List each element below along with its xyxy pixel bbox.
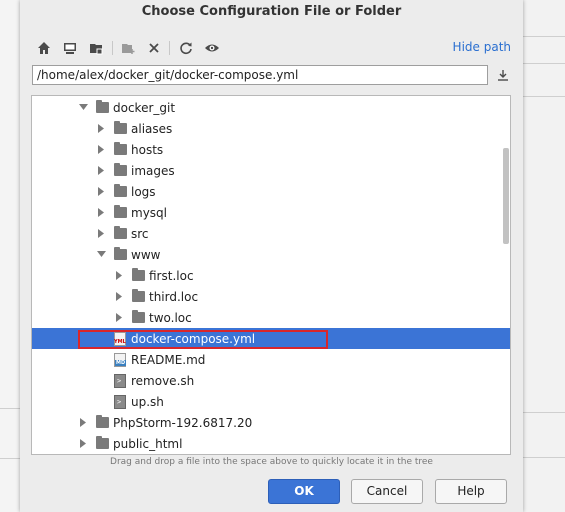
background-divider bbox=[523, 457, 565, 458]
toolbar-separator bbox=[112, 41, 113, 55]
tree-file-row[interactable]: > up.sh bbox=[32, 391, 510, 412]
help-button[interactable]: Help bbox=[435, 479, 507, 504]
chevron-right-icon[interactable] bbox=[95, 165, 107, 177]
shell-script-icon: > bbox=[113, 373, 127, 388]
eye-icon[interactable] bbox=[202, 38, 222, 58]
folder-icon bbox=[131, 268, 145, 283]
chevron-right-icon[interactable] bbox=[113, 291, 125, 303]
folder-icon bbox=[95, 415, 109, 430]
tree-file-row[interactable]: YML docker-compose.yml bbox=[32, 328, 510, 349]
tree-file-row[interactable]: MD README.md bbox=[32, 349, 510, 370]
tree-item-label: up.sh bbox=[131, 394, 164, 409]
tree-item-label: third.loc bbox=[149, 289, 199, 304]
background-divider bbox=[523, 36, 565, 37]
home-icon[interactable] bbox=[34, 38, 54, 58]
tree-item-label: src bbox=[131, 226, 149, 241]
tree-item-label: www bbox=[131, 247, 161, 262]
background-divider bbox=[0, 408, 20, 409]
chevron-right-icon[interactable] bbox=[113, 312, 125, 324]
chevron-right-icon[interactable] bbox=[77, 417, 89, 429]
tree-folder-row[interactable]: first.loc bbox=[32, 265, 510, 286]
chevron-right-icon[interactable] bbox=[77, 438, 89, 450]
chevron-right-icon[interactable] bbox=[95, 123, 107, 135]
chevron-right-icon[interactable] bbox=[95, 207, 107, 219]
tree-folder-row[interactable]: logs bbox=[32, 181, 510, 202]
chevron-right-icon[interactable] bbox=[95, 144, 107, 156]
tree-item-label: public_html bbox=[113, 436, 183, 451]
folder-icon bbox=[113, 226, 127, 241]
drag-drop-hint: Drag and drop a file into the space abov… bbox=[110, 457, 433, 467]
tree-folder-row[interactable]: hosts bbox=[32, 139, 510, 160]
tree-folder-row[interactable]: images bbox=[32, 160, 510, 181]
folder-icon bbox=[113, 142, 127, 157]
tree-item-label: README.md bbox=[131, 352, 206, 367]
desktop-icon[interactable] bbox=[60, 38, 80, 58]
toolbar-separator bbox=[169, 41, 170, 55]
markdown-file-icon: MD bbox=[113, 352, 127, 367]
tree-folder-row[interactable]: public_html bbox=[32, 433, 510, 454]
folder-icon bbox=[131, 289, 145, 304]
path-input[interactable]: /home/alex/docker_git/docker-compose.yml bbox=[32, 65, 488, 85]
tree-folder-row[interactable]: mysql bbox=[32, 202, 510, 223]
tree-folder-row[interactable]: PhpStorm-192.6817.20 bbox=[32, 412, 510, 433]
chevron-right-icon[interactable] bbox=[95, 228, 107, 240]
tree-folder-row[interactable]: two.loc bbox=[32, 307, 510, 328]
tree-file-row[interactable]: > remove.sh bbox=[32, 370, 510, 391]
tree-item-label: images bbox=[131, 163, 175, 178]
tree-folder-row[interactable]: aliases bbox=[32, 118, 510, 139]
hide-path-link[interactable]: Hide path bbox=[453, 40, 511, 54]
tree-item-label: two.loc bbox=[149, 310, 192, 325]
new-folder-icon[interactable] bbox=[118, 38, 138, 58]
close-icon[interactable] bbox=[144, 38, 164, 58]
folder-icon bbox=[113, 205, 127, 220]
tree-item-label: logs bbox=[131, 184, 156, 199]
chevron-right-icon[interactable] bbox=[113, 270, 125, 282]
tree-item-label: PhpStorm-192.6817.20 bbox=[113, 415, 253, 430]
tree-item-label: remove.sh bbox=[131, 373, 195, 388]
folder-icon bbox=[95, 436, 109, 451]
chevron-down-icon[interactable] bbox=[77, 102, 89, 114]
refresh-icon[interactable] bbox=[176, 38, 196, 58]
tree-item-label: hosts bbox=[131, 142, 164, 157]
folder-icon bbox=[113, 247, 127, 262]
folder-icon bbox=[113, 163, 127, 178]
tree-item-label: mysql bbox=[131, 205, 167, 220]
background-window-left bbox=[0, 0, 20, 512]
background-window-right bbox=[523, 0, 565, 512]
folder-icon bbox=[113, 121, 127, 136]
background-divider bbox=[0, 458, 20, 459]
folder-icon bbox=[113, 184, 127, 199]
tree-item-label: first.loc bbox=[149, 268, 194, 283]
folder-icon bbox=[95, 100, 109, 115]
background-divider bbox=[523, 63, 565, 64]
folder-icon bbox=[131, 310, 145, 325]
ok-button[interactable]: OK bbox=[268, 479, 340, 504]
project-folder-icon[interactable] bbox=[86, 38, 106, 58]
chevron-right-icon[interactable] bbox=[95, 186, 107, 198]
tree-item-label: docker_git bbox=[113, 100, 176, 115]
tree-item-label: docker-compose.yml bbox=[131, 331, 256, 346]
yml-file-icon: YML bbox=[113, 331, 127, 346]
tree-item-label: aliases bbox=[131, 121, 173, 136]
file-tree[interactable]: docker_gitaliases hosts images logs mysql src… bbox=[31, 95, 511, 455]
tree-folder-row[interactable]: www bbox=[32, 244, 510, 265]
tree-folder-row[interactable]: src bbox=[32, 223, 510, 244]
background-divider bbox=[523, 412, 565, 413]
cancel-button[interactable]: Cancel bbox=[351, 479, 423, 504]
choose-config-dialog: Choose Configuration File or Folder Hide… bbox=[20, 0, 523, 512]
tree-folder-row[interactable]: docker_git bbox=[32, 97, 510, 118]
background-divider bbox=[523, 96, 565, 97]
dialog-title: Choose Configuration File or Folder bbox=[141, 4, 402, 19]
tree-folder-row[interactable]: third.loc bbox=[32, 286, 510, 307]
shell-script-icon: > bbox=[113, 394, 127, 409]
download-icon[interactable] bbox=[495, 67, 511, 83]
chevron-down-icon[interactable] bbox=[95, 249, 107, 261]
